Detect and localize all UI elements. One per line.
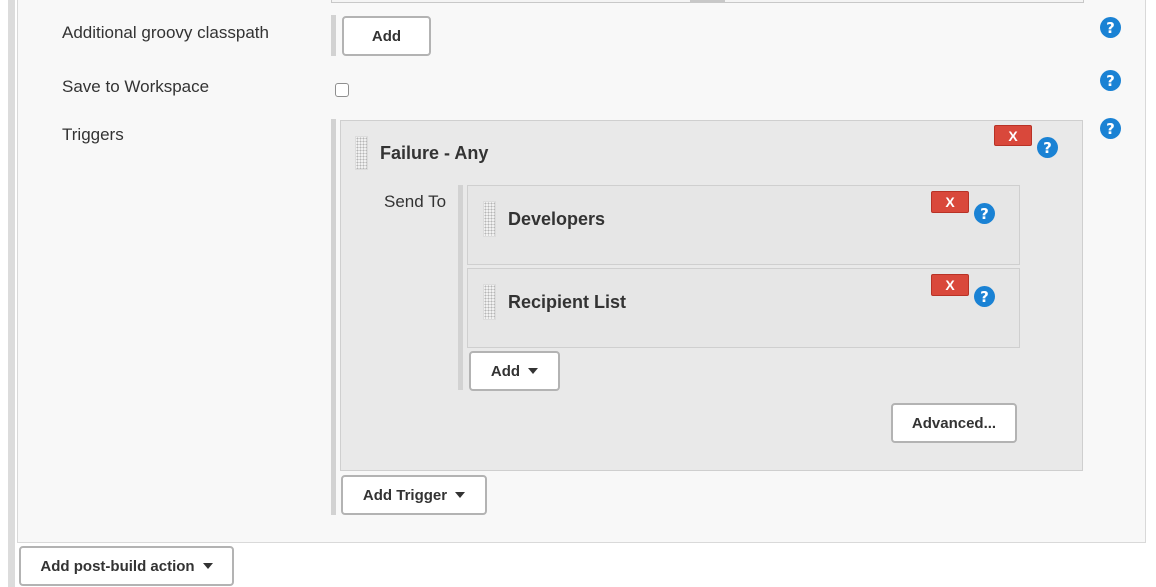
send-to-label: Send To (384, 192, 447, 211)
previous-field-scroll-thumb (690, 0, 725, 3)
save-workspace-help-icon[interactable]: ? (1100, 70, 1121, 91)
developers-title: Developers (508, 209, 606, 229)
recipient-list-delete-button[interactable]: X (931, 274, 969, 296)
save-workspace-label: Save to Workspace (62, 77, 210, 96)
classpath-bar (331, 15, 336, 56)
recipients-add-button[interactable]: Add (469, 351, 560, 391)
trigger-delete-button[interactable]: X (994, 125, 1032, 146)
left-rail (8, 0, 15, 587)
triggers-bar (331, 119, 336, 515)
add-trigger-button[interactable]: Add Trigger (341, 475, 487, 515)
advanced-button[interactable]: Advanced... (891, 403, 1017, 443)
triggers-label: Triggers (62, 125, 124, 144)
caret-down-icon (455, 492, 466, 498)
add-trigger-label: Add Trigger (362, 486, 448, 504)
developers-delete-button[interactable]: X (931, 191, 969, 213)
add-post-build-action-button[interactable]: Add post-build action (19, 546, 234, 586)
classpath-help-icon[interactable]: ? (1100, 17, 1121, 38)
add-post-build-action-label: Add post-build action (40, 557, 195, 575)
caret-down-icon (528, 368, 539, 374)
triggers-help-icon[interactable]: ? (1100, 118, 1121, 139)
caret-down-icon (202, 563, 213, 569)
trigger-help-icon[interactable]: ? (1037, 137, 1058, 158)
developers-help-icon[interactable]: ? (974, 203, 995, 224)
developers-drag-handle-icon[interactable] (483, 201, 496, 237)
trigger-drag-handle-icon[interactable] (355, 136, 368, 170)
recipient-list-drag-handle-icon[interactable] (483, 284, 496, 320)
send-to-bar (458, 185, 463, 390)
trigger-title: Failure - Any (380, 143, 489, 163)
groovy-classpath-label: Additional groovy classpath (62, 23, 269, 42)
recipient-list-title: Recipient List (508, 292, 627, 312)
save-workspace-checkbox[interactable] (335, 83, 349, 97)
classpath-add-button[interactable]: Add (342, 16, 431, 56)
recipient-list-help-icon[interactable]: ? (974, 286, 995, 307)
recipients-add-label: Add (490, 362, 521, 380)
